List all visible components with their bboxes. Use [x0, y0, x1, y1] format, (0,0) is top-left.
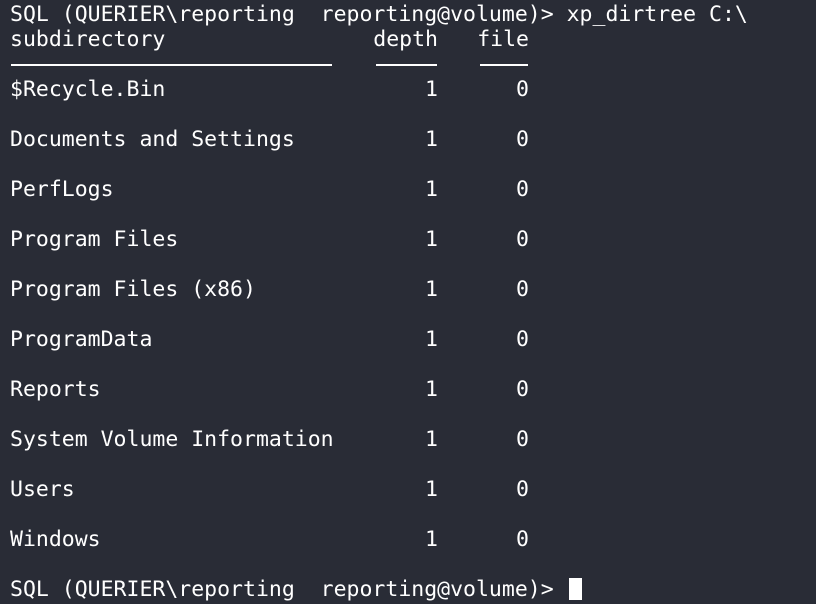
depth-cell: 1 [425, 277, 438, 302]
file-cell: 0 [516, 477, 529, 502]
file-cell: 0 [516, 127, 529, 152]
command-line: SQL (QUERIER\reporting reporting@volume)… [10, 2, 748, 28]
depth-cell: 1 [425, 427, 438, 452]
subdirectory-cell: Documents and Settings [10, 127, 295, 152]
file-cell: 0 [516, 427, 529, 452]
depth-cell: 1 [425, 127, 438, 152]
table-row: $Recycle.Bin 1 0 [0, 77, 816, 103]
prompt: SQL (QUERIER\reporting reporting@volume)… [10, 577, 567, 602]
table-row: Reports 1 0 [0, 377, 816, 403]
subdirectory-cell: Windows [10, 527, 101, 552]
table-header: subdirectory depth file [0, 27, 816, 53]
table-row: ProgramData 1 0 [0, 327, 816, 353]
column-header-file: file [477, 27, 529, 52]
file-cell: 0 [516, 77, 529, 102]
depth-cell: 1 [425, 327, 438, 352]
table-row: PerfLogs 1 0 [0, 177, 816, 203]
table-row: System Volume Information 1 0 [0, 427, 816, 453]
text-cursor [568, 578, 582, 600]
file-cell: 0 [516, 227, 529, 252]
table-row: Documents and Settings 1 0 [0, 127, 816, 153]
subdirectory-cell: System Volume Information [10, 427, 334, 452]
file-cell: 0 [516, 527, 529, 552]
header-rule-file [480, 64, 528, 66]
file-cell: 0 [516, 327, 529, 352]
table-row: Users 1 0 [0, 477, 816, 503]
table-row: Program Files 1 0 [0, 227, 816, 253]
subdirectory-cell: Program Files (x86) [10, 277, 256, 302]
table-row: Windows 1 0 [0, 527, 816, 553]
subdirectory-cell: $Recycle.Bin [10, 77, 166, 102]
subdirectory-cell: Reports [10, 377, 101, 402]
file-cell: 0 [516, 377, 529, 402]
depth-cell: 1 [425, 227, 438, 252]
depth-cell: 1 [425, 477, 438, 502]
command-text: xp_dirtree C:\ [566, 2, 748, 27]
header-rule-depth [376, 64, 437, 66]
depth-cell: 1 [425, 77, 438, 102]
subdirectory-cell: Users [10, 477, 75, 502]
input-line[interactable]: SQL (QUERIER\reporting reporting@volume)… [10, 577, 582, 603]
table-row: Program Files (x86) 1 0 [0, 277, 816, 303]
prompt: SQL (QUERIER\reporting reporting@volume)… [10, 2, 567, 27]
file-cell: 0 [516, 277, 529, 302]
subdirectory-cell: Program Files [10, 227, 179, 252]
depth-cell: 1 [425, 527, 438, 552]
subdirectory-cell: ProgramData [10, 327, 153, 352]
subdirectory-cell: PerfLogs [10, 177, 114, 202]
column-header-depth: depth [373, 27, 438, 52]
header-rule-subdirectory [11, 64, 332, 66]
column-header-subdirectory: subdirectory [10, 27, 166, 52]
file-cell: 0 [516, 177, 529, 202]
depth-cell: 1 [425, 377, 438, 402]
depth-cell: 1 [425, 177, 438, 202]
